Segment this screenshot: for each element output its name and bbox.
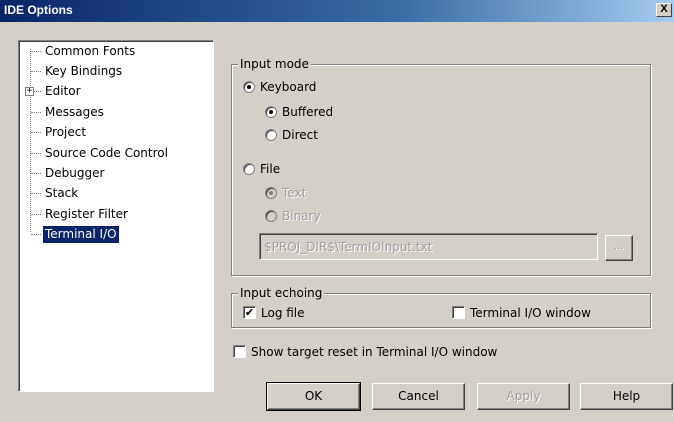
- tree-item-label: Stack: [45, 186, 79, 200]
- tree-item-label: Messages: [45, 105, 104, 119]
- group-title: Input mode: [238, 57, 311, 71]
- tree-item-debugger[interactable]: Debugger: [19, 165, 209, 182]
- checkbox-label: Show target reset in Terminal I/O window: [251, 345, 498, 359]
- input-file-path-field[interactable]: $PROJ_DIR$\TermIOInput.txt: [259, 233, 598, 260]
- title-bar: IDE Options X: [0, 0, 674, 22]
- tree-item-label: Register Filter: [45, 207, 128, 221]
- radio-indicator: [243, 163, 255, 175]
- tree-item-terminal-io[interactable]: Terminal I/O: [19, 226, 209, 243]
- tree-item-label: Editor: [45, 84, 81, 98]
- tree-item-label: Project: [45, 125, 87, 139]
- tree-item-label: Common Fonts: [45, 44, 136, 58]
- close-button[interactable]: X: [656, 3, 672, 17]
- checkbox-label: Log file: [261, 306, 305, 320]
- browse-button[interactable]: ...: [605, 235, 633, 261]
- terminal-io-window-checkbox[interactable]: Terminal I/O window: [452, 305, 632, 321]
- radio-indicator: [265, 210, 277, 222]
- tree-item-common-fonts[interactable]: Common Fonts: [19, 43, 209, 60]
- radio-indicator: [265, 187, 277, 199]
- tree-item-project[interactable]: Project: [19, 124, 209, 141]
- tree-item-stack[interactable]: Stack: [19, 185, 209, 202]
- radio-label: Text: [282, 186, 307, 200]
- tree-item-source-code-control[interactable]: Source Code Control: [19, 145, 209, 162]
- apply-button[interactable]: Apply: [477, 383, 570, 410]
- binary-radio[interactable]: Binary: [265, 208, 385, 224]
- tree-item-messages[interactable]: Messages: [19, 104, 209, 121]
- file-radio[interactable]: File: [243, 161, 363, 177]
- cancel-button[interactable]: Cancel: [372, 383, 465, 410]
- checkbox-label: Terminal I/O window: [470, 306, 591, 320]
- tree-item-editor[interactable]: + Editor: [19, 83, 209, 100]
- close-icon: X: [660, 3, 668, 15]
- tree-item-label: Terminal I/O: [43, 226, 119, 243]
- radio-label: Buffered: [282, 105, 334, 119]
- tree-item-label: Debugger: [45, 166, 105, 180]
- window-title: IDE Options: [4, 3, 73, 17]
- radio-indicator: [265, 129, 277, 141]
- radio-label: Binary: [282, 209, 321, 223]
- ok-button[interactable]: OK: [266, 382, 361, 411]
- tree-item-label: Source Code Control: [45, 146, 168, 160]
- options-tree[interactable]: Common Fonts Key Bindings + Editor Messa…: [18, 40, 214, 392]
- direct-radio[interactable]: Direct: [265, 127, 385, 143]
- tree-item-key-bindings[interactable]: Key Bindings: [19, 63, 209, 80]
- radio-label: Direct: [282, 128, 318, 142]
- expand-plus-icon[interactable]: +: [25, 87, 34, 96]
- text-radio[interactable]: Text: [265, 185, 385, 201]
- tree-item-label: Key Bindings: [45, 64, 123, 78]
- buffered-radio[interactable]: Buffered: [265, 104, 385, 120]
- check-icon: ✔: [243, 306, 256, 319]
- group-title: Input echoing: [238, 286, 325, 300]
- checkbox-indicator: [452, 306, 465, 319]
- radio-indicator: [265, 106, 277, 118]
- show-target-reset-checkbox[interactable]: Show target reset in Terminal I/O window: [233, 344, 553, 360]
- radio-label: Keyboard: [260, 80, 317, 94]
- log-file-checkbox[interactable]: ✔ Log file: [243, 305, 363, 321]
- radio-indicator: [243, 81, 255, 93]
- help-button[interactable]: Help: [580, 383, 673, 410]
- keyboard-radio[interactable]: Keyboard: [243, 79, 363, 95]
- checkbox-indicator: [233, 345, 246, 358]
- radio-label: File: [260, 162, 281, 176]
- tree-item-register-filter[interactable]: Register Filter: [19, 206, 209, 223]
